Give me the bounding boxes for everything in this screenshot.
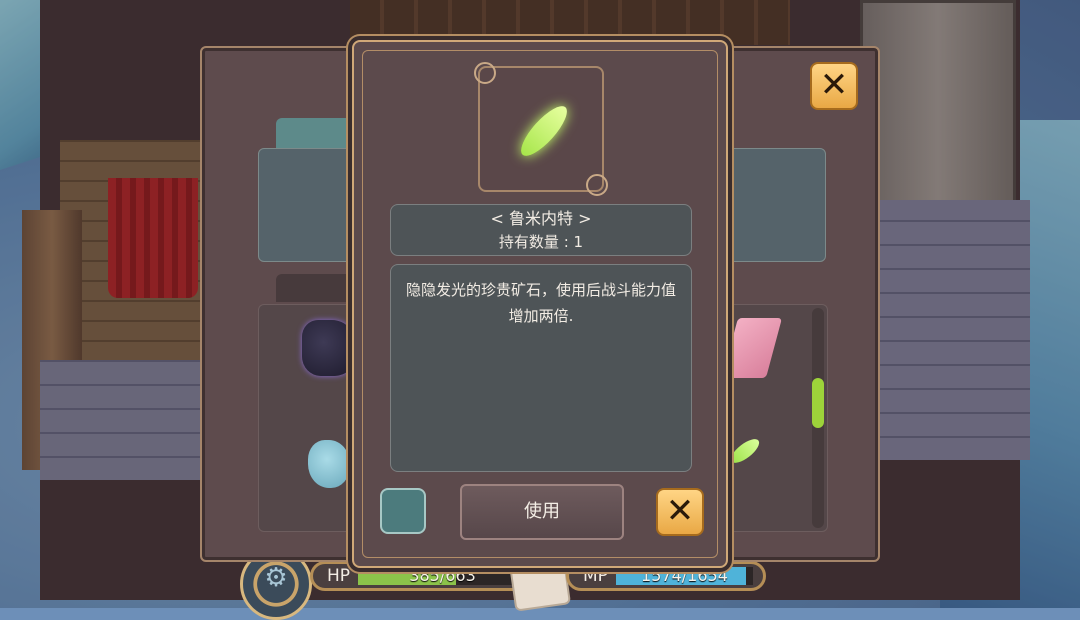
item-description: 隐隐发光的珍贵矿石，使用后战斗能力值增加两倍.: [390, 264, 692, 472]
item-quantity: 持有数量 : 1: [498, 233, 584, 251]
inventory-scrollbar[interactable]: [812, 308, 824, 528]
hp-value: 385/663: [409, 566, 476, 585]
blue-sock-item[interactable]: [308, 440, 350, 488]
green-crystal-icon: [514, 99, 574, 163]
mp-value: 1574/1654: [641, 566, 728, 585]
scroll-thumb[interactable]: [812, 378, 824, 428]
item-name-box: < 鲁米内特 > 持有数量 : 1: [390, 204, 692, 256]
item-slot[interactable]: [380, 488, 426, 534]
inventory-tab-secondary[interactable]: [276, 274, 356, 302]
item-image-frame: [474, 62, 608, 196]
dark-ore-item[interactable]: [302, 320, 356, 376]
mp-label: MP: [583, 566, 608, 586]
item-name: < 鲁米内特 >: [490, 209, 592, 228]
hp-track: 385/663: [358, 566, 527, 585]
hp-label: HP: [327, 566, 351, 586]
mp-track: 1574/1654: [615, 566, 753, 585]
use-button[interactable]: 使用: [460, 484, 624, 540]
item-detail-popup: < 鲁米内特 > 持有数量 : 1 隐隐发光的珍贵矿石，使用后战斗能力值增加两倍…: [352, 40, 728, 568]
inventory-tab[interactable]: [276, 118, 356, 148]
close-icon[interactable]: ✕: [656, 488, 704, 536]
close-icon[interactable]: ✕: [810, 62, 858, 110]
